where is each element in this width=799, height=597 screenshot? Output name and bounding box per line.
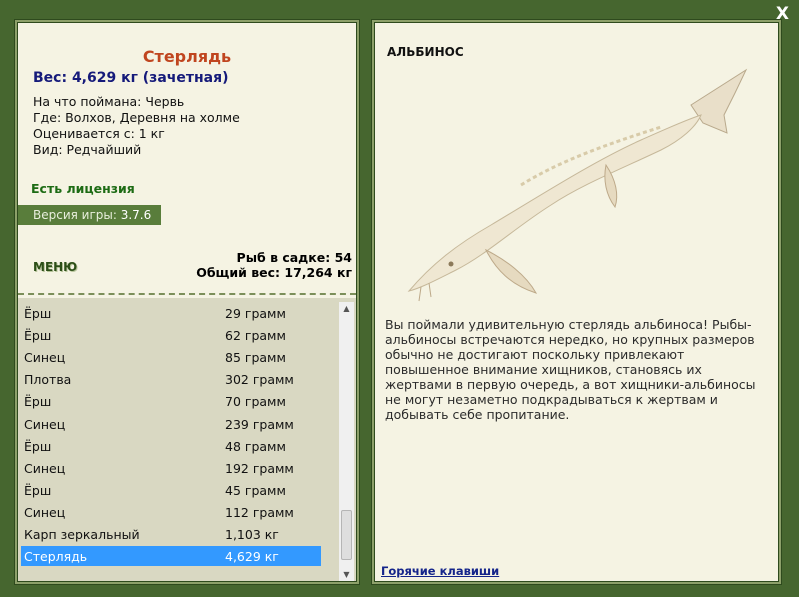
catch-list-row[interactable]: Карп зеркальный 1,103 кг <box>21 524 321 544</box>
catch-fish-weight: 302 грамм <box>225 372 294 388</box>
catch-fish-weight: 45 грамм <box>225 482 286 498</box>
close-button[interactable]: X <box>776 4 789 24</box>
catch-fish-name: Стерлядь <box>24 549 88 565</box>
catch-list[interactable]: Ёрш 29 грамм Ёрш 62 грамм Синец 85 грамм Плотв… <box>18 298 356 581</box>
catch-fish-weight: 29 грамм <box>225 306 286 321</box>
catch-fish-weight: 48 грамм <box>225 438 286 454</box>
catch-info-panel: Стерлядь Вес: 4,629 кг (зачетная) На что… <box>18 23 356 581</box>
catch-fish-name: Синец <box>24 416 66 432</box>
albino-sterlet-image <box>407 68 748 302</box>
min-weight-info: Оценивается с: 1 кг <box>33 126 165 141</box>
rarity-info: Вид: Редчайший <box>33 142 142 157</box>
catch-fish-name: Карп зеркальный <box>24 527 140 542</box>
catch-list-row[interactable]: Плотва 302 грамм <box>21 369 321 389</box>
fish-name: Стерлядь <box>142 47 232 66</box>
catch-fish-weight: 112 грамм <box>225 504 294 520</box>
catch-list-row[interactable]: Ёрш 48 грамм <box>21 436 321 456</box>
bait-info: На что поймана: Червь <box>33 94 185 109</box>
catch-list-row[interactable]: Ёрш 62 грамм <box>21 325 321 345</box>
scroll-up-icon[interactable]: ▲ <box>339 302 354 315</box>
catch-list-row[interactable]: Синец 112 грамм <box>21 502 321 522</box>
catch-fish-name: Ёрш <box>24 438 52 454</box>
albino-info-panel: АЛЬБИНОС Вы поймали удивительную стерляд… <box>375 23 778 581</box>
game-version: Версия игры: 3.7.6 <box>18 205 161 225</box>
catch-fish-weight: 192 грамм <box>225 460 294 476</box>
catch-fish-weight: 239 грамм <box>225 416 294 432</box>
menu-button[interactable]: МЕНЮ <box>33 260 77 274</box>
catch-fish-name: Синец <box>24 350 66 366</box>
fish-count: Рыб в садке: 54 <box>236 250 352 265</box>
scroll-thumb[interactable] <box>341 510 352 560</box>
catch-list-row[interactable]: Синец 239 грамм <box>21 414 321 434</box>
catch-fish-weight: 1,103 кг <box>225 527 279 542</box>
version-value: 3.7.6 <box>120 208 152 222</box>
catch-list-row[interactable]: Ёрш 70 грамм <box>21 391 321 411</box>
catch-fish-weight: 70 грамм <box>225 394 286 410</box>
albino-description: Вы поймали удивительную стерлядь альбино… <box>385 317 756 422</box>
albino-title: АЛЬБИНОС <box>387 45 464 59</box>
license-status: Есть лицензия <box>31 181 135 196</box>
catch-fish-name: Синец <box>24 504 66 520</box>
location-info: Где: Волхов, Деревня на холме <box>33 110 240 125</box>
total-weight: Общий вес: 17,264 кг <box>196 265 352 280</box>
fish-weight: Вес: 4,629 кг (зачетная) <box>33 70 229 86</box>
catch-fish-name: Ёрш <box>24 306 52 321</box>
catch-fish-name: Ёрш <box>24 328 52 344</box>
catch-fish-weight: 85 грамм <box>225 350 286 366</box>
catch-fish-name: Плотва <box>24 372 72 388</box>
catch-fish-weight: 4,629 кг <box>225 549 279 565</box>
catch-fish-name: Ёрш <box>24 394 52 410</box>
list-scrollbar[interactable]: ▲ ▼ <box>339 302 354 581</box>
scroll-down-icon[interactable]: ▼ <box>339 568 354 581</box>
catch-list-row[interactable]: Синец 85 грамм <box>21 347 321 367</box>
catch-list-row[interactable]: Синец 192 грамм <box>21 458 321 478</box>
version-label: Версия игры: <box>33 208 121 222</box>
divider <box>18 293 356 295</box>
catch-list-row[interactable]: Стерлядь 4,629 кг <box>21 546 321 567</box>
keep-net-stats: Рыб в садке: 54 Общий вес: 17,264 кг <box>196 250 352 280</box>
catch-fish-name: Ёрш <box>24 482 52 498</box>
catch-fish-weight: 62 грамм <box>225 328 286 344</box>
catch-fish-name: Синец <box>24 460 66 476</box>
catch-list-row[interactable]: Ёрш 45 грамм <box>21 480 321 500</box>
catch-list-row[interactable]: Ёрш 29 грамм <box>21 303 321 323</box>
hotkeys-link[interactable]: Горячие клавиши <box>381 564 499 578</box>
